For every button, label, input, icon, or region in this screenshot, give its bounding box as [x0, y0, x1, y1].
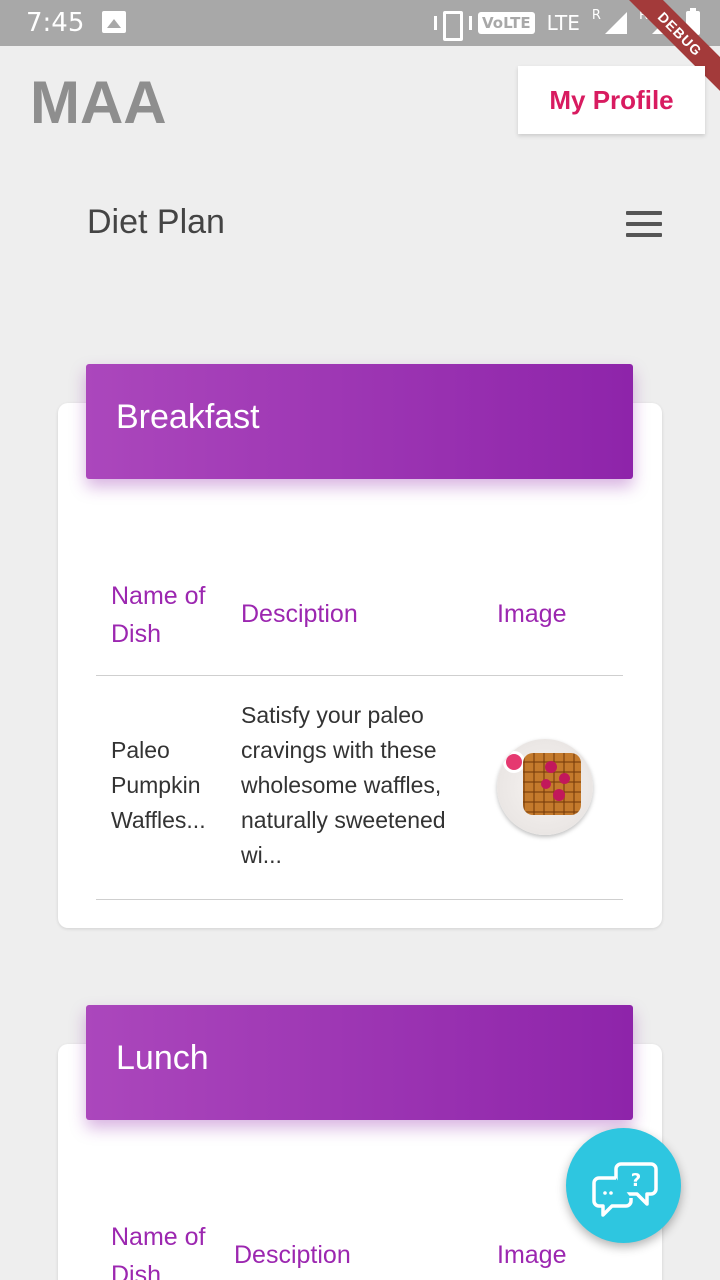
app-logo: MAA [30, 69, 167, 136]
volte-badge: VoLTE [478, 12, 535, 34]
column-header-name: Name of Dish [111, 582, 206, 648]
vibrate-icon [434, 11, 472, 41]
dish-description: Satisfy your paleo cravings with these w… [241, 702, 446, 868]
berry [553, 789, 565, 801]
berry [559, 773, 570, 784]
image-notification-icon [102, 11, 126, 33]
column-header-name: Name of Dish [111, 1223, 206, 1280]
dish-image [497, 739, 593, 835]
chat-help-icon: ? [592, 1162, 658, 1217]
status-time: 7:45 [26, 8, 85, 38]
berry-bowl [503, 751, 525, 773]
table-divider [96, 675, 623, 676]
help-chat-button[interactable]: ? [566, 1128, 681, 1243]
hamburger-menu-icon[interactable] [626, 211, 662, 237]
status-bar: 7:45 VoLTE LTE R R DEBUG [0, 0, 720, 100]
my-profile-button[interactable]: My Profile [518, 66, 705, 134]
lunch-header: Lunch [86, 1005, 633, 1120]
berry [545, 761, 557, 773]
svg-text:?: ? [631, 1170, 641, 1191]
column-header-description: Desciption [234, 1241, 351, 1269]
meal-title: Breakfast [116, 398, 260, 436]
page-title: Diet Plan [87, 203, 225, 241]
signal-icon [604, 12, 627, 34]
roaming-indicator: R [591, 7, 601, 23]
dish-name: Paleo Pumpkin Waffles... [111, 737, 206, 833]
breakfast-header: Breakfast [86, 364, 633, 479]
meal-title: Lunch [116, 1039, 209, 1077]
column-header-image: Image [497, 1241, 567, 1269]
breakfast-card: Name of Dish Desciption Image Paleo Pump… [58, 403, 662, 928]
column-header-description: Desciption [241, 600, 358, 628]
table-divider [96, 899, 623, 900]
berry [541, 779, 551, 789]
column-header-image: Image [497, 600, 567, 628]
network-type: LTE [546, 11, 580, 35]
